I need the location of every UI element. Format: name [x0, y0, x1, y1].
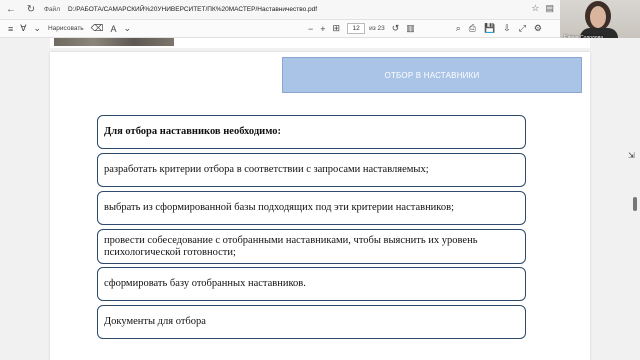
rotate-icon[interactable]: ↺: [392, 23, 400, 34]
file-info-label[interactable]: Файл: [44, 6, 60, 13]
page-number-input[interactable]: 12: [347, 23, 366, 34]
back-icon[interactable]: ←: [4, 3, 18, 17]
sidebar-icon[interactable]: ▤: [545, 3, 554, 14]
fit-page-icon[interactable]: ⊞: [333, 23, 341, 34]
expand-icon[interactable]: ⤢: [519, 23, 526, 34]
slide-banner: ОТБОР В НАСТАВНИКИ: [282, 57, 582, 93]
url-box[interactable]: Файл D:/РАБОТА/САМАРСКИЙ%20УНИВЕРСИТЕТ/П…: [44, 2, 317, 18]
menu-icon[interactable]: ≡: [8, 24, 13, 34]
settings-icon[interactable]: ⚙: [534, 23, 542, 34]
zoom-in-icon[interactable]: +: [320, 24, 325, 34]
draw-chevron-icon[interactable]: ⌄: [33, 23, 41, 34]
url-text[interactable]: D:/РАБОТА/САМАРСКИЙ%20УНИВЕРСИТЕТ/ПК%20М…: [68, 6, 317, 13]
webcam-overlay: Елена Солодова: [560, 0, 640, 42]
zoom-out-icon[interactable]: −: [308, 24, 313, 34]
two-page-icon[interactable]: ▥: [406, 23, 415, 34]
save-as-icon[interactable]: ⇩: [503, 23, 511, 34]
print-icon[interactable]: ⎙: [469, 23, 476, 34]
webcam-face: [590, 6, 606, 28]
pdf-toolbar: ≡ ∀ ⌄ Нарисовать ⌫ A ⌄ − + ⊞ 12 из 23 ↺ …: [0, 20, 560, 38]
eraser-icon[interactable]: ⌫: [91, 23, 104, 34]
page-total: из 23: [369, 25, 385, 32]
toolbar-right: ⌕ ⎙ 💾 ⇩ ⤢ ⚙: [456, 23, 542, 34]
search-icon[interactable]: ⌕: [456, 23, 461, 34]
address-bar-actions: ☆ ▤: [531, 3, 554, 14]
list-item: сформировать базу отобранных наставников…: [97, 267, 526, 301]
scrollbar-thumb[interactable]: [633, 197, 637, 211]
mouse-cursor-icon: ⇲: [628, 151, 635, 160]
address-bar: ← ↻ Файл D:/РАБОТА/САМАРСКИЙ%20УНИВЕРСИТ…: [0, 0, 560, 20]
reload-icon[interactable]: ↻: [24, 3, 38, 17]
list-item: выбрать из сформированной базы подходящи…: [97, 191, 526, 225]
draw-button[interactable]: Нарисовать: [48, 25, 84, 32]
list-item: Для отбора наставников необходимо:: [97, 115, 526, 149]
list-item: Документы для отбора: [97, 305, 526, 339]
list-item: провести собеседование с отобранными нас…: [97, 229, 526, 264]
text-chevron-icon[interactable]: ⌄: [123, 23, 131, 34]
previous-page-image: [54, 38, 174, 46]
highlight-icon[interactable]: ∀: [20, 23, 26, 34]
list-item: разработать критерии отбора в соответств…: [97, 153, 526, 187]
text-icon[interactable]: A: [110, 24, 116, 34]
pdf-page: ОТБОР В НАСТАВНИКИ Для отбора наставнико…: [50, 52, 590, 360]
save-icon[interactable]: 💾: [484, 23, 495, 34]
star-icon[interactable]: ☆: [531, 3, 539, 14]
